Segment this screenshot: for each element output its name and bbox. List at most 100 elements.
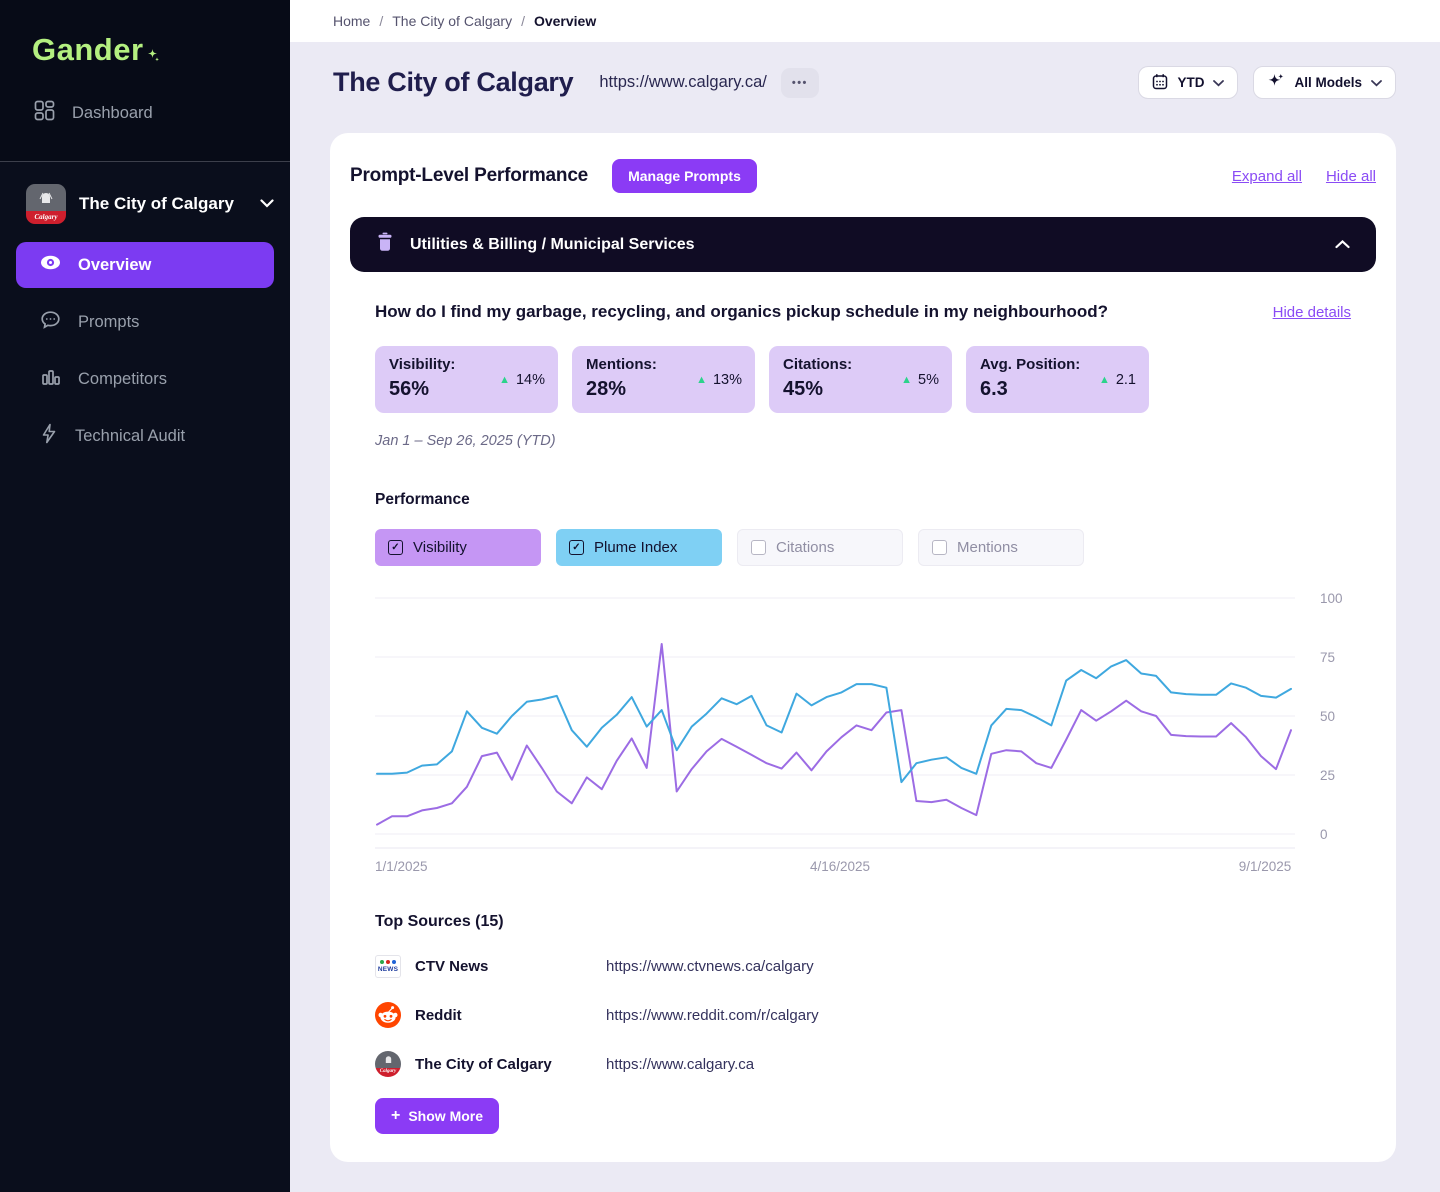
period-label: YTD (1177, 75, 1204, 90)
metric-delta-value: 13% (713, 372, 742, 388)
sidebar: Gander Dashboard Calgary The City of Cal… (0, 0, 290, 1192)
prompt-question: How do I find my garbage, recycling, and… (375, 302, 1108, 322)
page-url[interactable]: https://www.calgary.ca/ (599, 73, 767, 92)
triangle-up-icon: ▲ (499, 374, 510, 386)
calgary-badge-text: Calgary (26, 211, 66, 224)
chevron-down-icon (1213, 75, 1224, 90)
svg-text:0: 0 (1320, 827, 1328, 842)
svg-text:25: 25 (1320, 768, 1335, 783)
toggle-chip-2[interactable]: Citations (737, 529, 903, 566)
sidebar-item-dashboard[interactable]: Dashboard (0, 92, 290, 134)
ctv-news-icon: NEWS (375, 955, 401, 978)
metric-label: Mentions: (586, 356, 741, 373)
sidebar-item-prompts[interactable]: Prompts (16, 299, 274, 345)
source-url[interactable]: https://www.calgary.ca (606, 1056, 754, 1073)
page-header: The City of Calgary https://www.calgary.… (333, 66, 1396, 99)
logo-sparkle-icon (146, 34, 159, 70)
x-tick-label: 4/16/2025 (810, 859, 870, 874)
expand-all-link[interactable]: Expand all (1232, 168, 1302, 185)
app-logo: Gander (0, 0, 290, 70)
models-select-button[interactable]: All Models (1253, 66, 1396, 99)
triangle-up-icon: ▲ (901, 374, 912, 386)
prompt-performance-card: Prompt-Level Performance Manage Prompts … (330, 133, 1396, 1162)
models-label: All Models (1294, 75, 1362, 90)
org-selector[interactable]: Calgary The City of Calgary (26, 184, 274, 224)
breadcrumb-current: Overview (534, 13, 596, 29)
calendar-icon (1152, 73, 1168, 93)
lightning-icon (40, 423, 58, 449)
speech-bubble-icon (40, 310, 61, 335)
checkbox-unchecked-icon (751, 540, 766, 555)
sidebar-item-label: Dashboard (72, 104, 153, 123)
metric-label: Visibility: (389, 356, 544, 373)
accordion-title: Utilities & Billing / Municipal Services (410, 236, 695, 254)
breadcrumb: Home / The City of Calgary / Overview (290, 0, 1440, 42)
chevron-up-icon[interactable] (1335, 236, 1350, 254)
date-range-note: Jan 1 – Sep 26, 2025 (YTD) (375, 433, 1351, 449)
metric-delta-value: 5% (918, 372, 939, 388)
page-title: The City of Calgary (333, 67, 573, 98)
x-tick-label: 9/1/2025 (1239, 859, 1292, 874)
checkbox-unchecked-icon (932, 540, 947, 555)
chevron-down-icon (1371, 75, 1382, 90)
metric-card-avg-position: Avg. Position: 6.3 ▲2.1 (966, 346, 1149, 413)
svg-text:75: 75 (1320, 650, 1335, 665)
source-name: CTV News (415, 958, 606, 975)
metric-delta-value: 2.1 (1116, 372, 1136, 388)
more-options-button[interactable]: ••• (781, 68, 819, 98)
toggle-chip-3[interactable]: Mentions (918, 529, 1084, 566)
source-name: Reddit (415, 1007, 606, 1024)
calgary-icon: Calgary (375, 1051, 401, 1077)
sidebar-item-technical-audit[interactable]: Technical Audit (16, 413, 274, 459)
metric-label: Avg. Position: (980, 356, 1135, 373)
toggle-label: Visibility (413, 539, 467, 556)
toggle-chip-0[interactable]: ✓ Visibility (375, 529, 541, 566)
performance-heading: Performance (375, 491, 1351, 509)
top-sources-heading: Top Sources (15) (375, 913, 1351, 931)
main-area: Home / The City of Calgary / Overview Th… (290, 0, 1440, 1192)
category-accordion-header[interactable]: Utilities & Billing / Municipal Services (350, 217, 1376, 272)
sidebar-item-competitors[interactable]: Competitors (16, 356, 274, 402)
show-more-button[interactable]: + Show More (375, 1098, 499, 1134)
sidebar-top-section: Gander Dashboard (0, 0, 290, 162)
breadcrumb-home[interactable]: Home (333, 13, 370, 29)
breadcrumb-org[interactable]: The City of Calgary (392, 13, 512, 29)
metric-card-mentions: Mentions: 28% ▲13% (572, 346, 755, 413)
sidebar-item-overview[interactable]: Overview (16, 242, 274, 288)
metric-label: Citations: (783, 356, 938, 373)
org-name: The City of Calgary (79, 194, 247, 214)
sidebar-item-label: Prompts (78, 313, 139, 332)
source-row-calgary: Calgary The City of Calgary https://www.… (375, 1050, 1351, 1078)
toggle-label: Citations (776, 539, 834, 556)
trash-bin-icon (376, 232, 394, 258)
checkbox-checked-icon: ✓ (569, 540, 584, 555)
performance-line-chart: 0255075100 1/1/2025 4/16/2025 9/1/2025 (375, 592, 1375, 879)
toggle-label: Plume Index (594, 539, 677, 556)
sparkle-icon (1267, 72, 1285, 93)
hide-all-link[interactable]: Hide all (1326, 168, 1376, 185)
triangle-up-icon: ▲ (1099, 374, 1110, 386)
source-url[interactable]: https://www.reddit.com/r/calgary (606, 1007, 819, 1024)
manage-prompts-button[interactable]: Manage Prompts (612, 159, 757, 193)
toggle-chip-1[interactable]: ✓ Plume Index (556, 529, 722, 566)
metric-card-citations: Citations: 45% ▲5% (769, 346, 952, 413)
show-more-label: Show More (408, 1108, 483, 1124)
sidebar-item-label: Overview (78, 256, 151, 275)
sidebar-item-label: Competitors (78, 370, 167, 389)
hide-details-link[interactable]: Hide details (1273, 304, 1351, 321)
question-row: How do I find my garbage, recycling, and… (375, 302, 1351, 322)
svg-text:100: 100 (1320, 592, 1343, 606)
metric-card-visibility: Visibility: 56% ▲14% (375, 346, 558, 413)
series-toggles: ✓ Visibility ✓ Plume Index Citations Men… (375, 529, 1351, 566)
ellipsis-icon: ••• (792, 77, 808, 89)
source-url[interactable]: https://www.ctvnews.ca/calgary (606, 958, 814, 975)
calgary-org-icon: Calgary (26, 184, 66, 224)
checkbox-checked-icon: ✓ (388, 540, 403, 555)
chart-plot: 0 25 50 75 100 (375, 592, 1360, 850)
source-name: The City of Calgary (415, 1056, 606, 1073)
period-select-button[interactable]: YTD (1138, 66, 1238, 99)
svg-text:50: 50 (1320, 709, 1335, 724)
app-logo-text: Gander (32, 32, 144, 68)
metrics-row: Visibility: 56% ▲14% Mentions: 28% ▲13% … (375, 346, 1351, 413)
source-row-ctv: NEWS CTV News https://www.ctvnews.ca/cal… (375, 952, 1351, 980)
